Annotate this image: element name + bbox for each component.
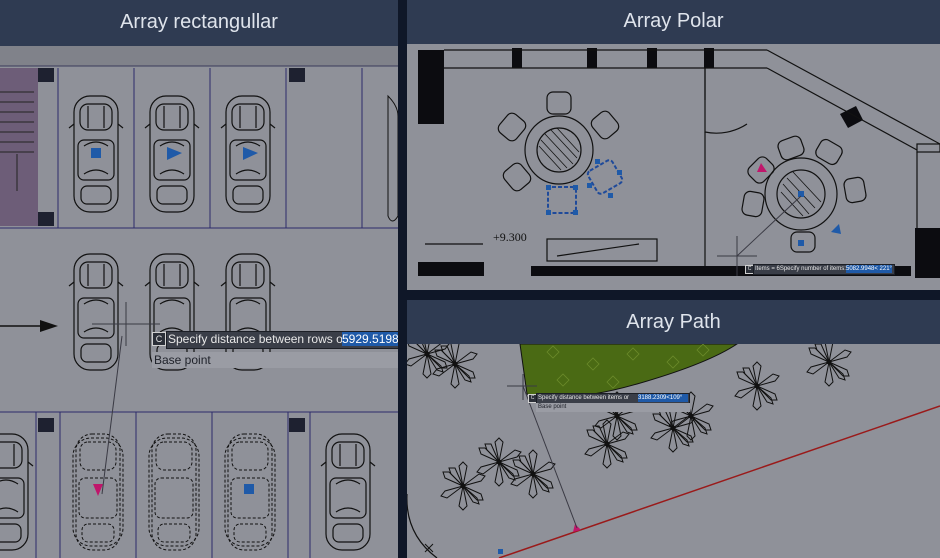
- rect-distance-input[interactable]: 5929.5198<: [342, 332, 398, 346]
- path-base-point-option[interactable]: Base point: [536, 403, 690, 412]
- path-array-title: Array Path: [407, 300, 940, 344]
- path-array-panel: Array Path C Specify distance between it…: [407, 300, 940, 558]
- path-distance-input[interactable]: 3188.2309<109°: [638, 394, 688, 402]
- path-tooltip-prompt: Specify distance between items or: [538, 395, 630, 401]
- polar-drawing: [407, 44, 940, 290]
- path-drawing-canvas[interactable]: C Specify distance between items or 3188…: [407, 344, 940, 558]
- polar-tooltip-prompt: Items = 6Specify number of items:: [755, 266, 846, 272]
- path-drawing: [407, 344, 940, 558]
- command-icon: C: [152, 332, 166, 346]
- elevation-label: +9.300: [493, 230, 527, 244]
- polar-items-input[interactable]: 5082.9948< 221°: [846, 265, 892, 273]
- rect-drawing-canvas[interactable]: C Specify distance between rows or 5929.…: [0, 46, 398, 558]
- rect-array-title: Array rectangullar: [0, 0, 398, 46]
- rect-array-panel: Array rectangullar C Specify distance be…: [0, 0, 398, 558]
- polar-drawing-canvas[interactable]: +9.300 C Items = 6Specify number of item…: [407, 44, 940, 290]
- polar-array-title: Array Polar: [407, 0, 940, 44]
- rect-drawing: [0, 46, 398, 558]
- rect-tooltip-prompt: Specify distance between rows or: [168, 332, 347, 346]
- rect-base-point-option[interactable]: Base point: [152, 352, 398, 368]
- polar-array-panel: Array Polar +9.300 C Items = 6Specify nu…: [407, 0, 940, 290]
